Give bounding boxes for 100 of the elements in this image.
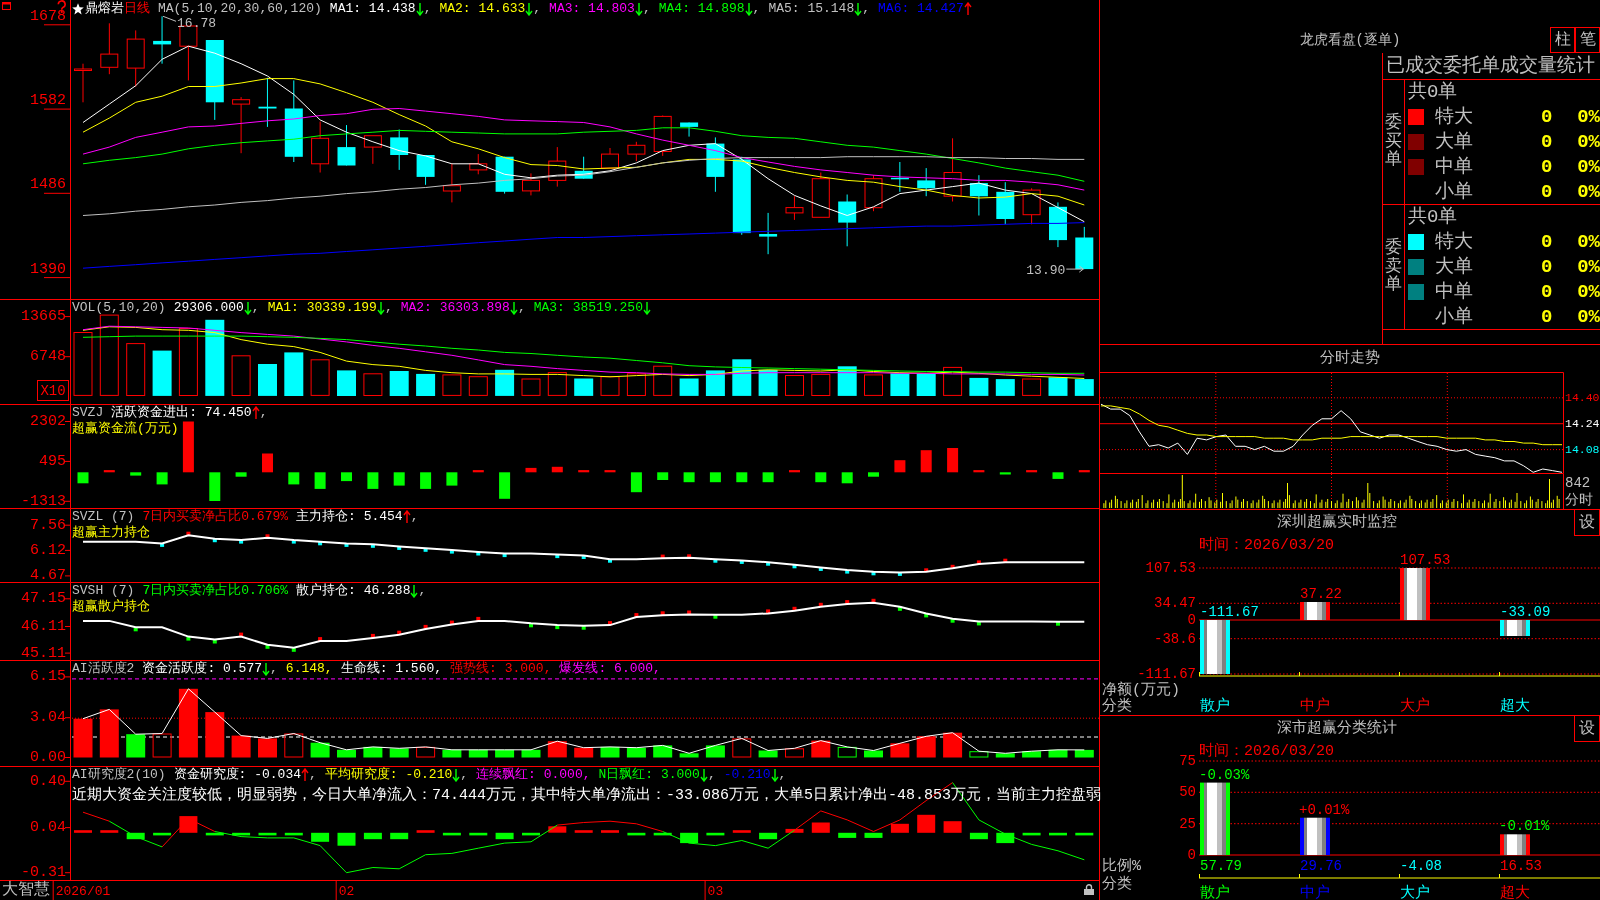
panel-title: 龙虎看盘(逐单) (1299, 32, 1401, 51)
change-marker (1003, 558, 1008, 563)
axis-label: 0 (1187, 847, 1196, 863)
volume-bar (363, 373, 383, 396)
legend-separator: , (642, 1, 651, 16)
fund-flow-bar (709, 472, 721, 483)
activity-bar (205, 712, 225, 758)
panel-title: 分时走势 (1319, 348, 1381, 369)
change-marker (370, 633, 375, 638)
value-label: 29.76 (1300, 858, 1342, 874)
change-marker (370, 544, 375, 548)
fund-flow-bar (815, 472, 827, 483)
chart-bar (1300, 817, 1330, 855)
research-bar (1075, 832, 1094, 836)
research-bar (917, 814, 936, 833)
volume-bar (178, 328, 198, 396)
research-bar (442, 832, 461, 836)
axis-label: 13665 (21, 308, 66, 326)
legend-separator: , (533, 1, 542, 16)
fund-flow-bar (288, 472, 300, 485)
panel-title: 深市超赢分类统计 (1276, 718, 1398, 739)
category-label: 超大 (1500, 885, 1530, 900)
value-label: 57.79 (1200, 858, 1242, 874)
legend-text: 爆发线: 6.000, (559, 661, 661, 676)
change-marker (818, 602, 823, 607)
lock-icon[interactable] (1084, 884, 1094, 895)
order-size-label: 小单 (1435, 180, 1474, 203)
chart-subtitle: 时间：2026/03/20 (1199, 743, 1334, 760)
legend-text: MA3: 38519.250 (533, 300, 643, 315)
candlestick (917, 167, 936, 197)
view-toggle-button[interactable]: 柱 (1550, 27, 1575, 53)
change-marker (239, 632, 244, 637)
value-label: 16.53 (1500, 858, 1542, 874)
settings-button[interactable]: 设 (1574, 510, 1600, 536)
volume-bar (785, 375, 804, 396)
activity-bar (547, 741, 567, 758)
volume-bar (310, 359, 330, 396)
candlestick (785, 195, 804, 221)
fund-flow-bar (103, 470, 115, 473)
research-bar (522, 832, 540, 836)
change-marker (713, 614, 718, 619)
axis-title: 分类 (1102, 876, 1132, 893)
activity-bar (969, 751, 989, 758)
candlestick (153, 15, 172, 65)
research-bar (100, 830, 119, 833)
axis-label: 0 (1187, 612, 1196, 628)
volume-bar (969, 377, 989, 396)
order-size-label: 中单 (1435, 155, 1474, 178)
date-label: 2026/01 (55, 884, 111, 899)
axis-label: 0.04 (30, 819, 66, 837)
fund-flow-bar (657, 472, 669, 480)
axis-label: 50 (1179, 784, 1196, 801)
research-bar (205, 832, 224, 836)
order-percent: 0% (1576, 230, 1600, 253)
candlestick (126, 29, 145, 87)
change-marker (713, 559, 718, 563)
fund-flow-bar (156, 472, 168, 485)
change-marker (660, 554, 665, 559)
category-label: 大户 (1400, 885, 1430, 900)
axis-title: 比例% (1102, 858, 1141, 875)
category-label: 中户 (1300, 698, 1330, 715)
settings-button[interactable]: 设 (1574, 716, 1600, 742)
change-marker (871, 598, 876, 603)
change-marker (1056, 621, 1060, 626)
axis-label: 107.53 (1145, 560, 1196, 576)
legend-separator: , (460, 767, 469, 782)
activity-bar (231, 735, 251, 758)
candlestick (363, 135, 382, 165)
order-percent: 0% (1576, 130, 1600, 153)
candlestick (469, 153, 488, 175)
star-icon[interactable] (72, 2, 84, 15)
window-icon[interactable] (2, 2, 11, 10)
axis-label: 45.11 (21, 644, 66, 660)
change-marker (265, 534, 270, 538)
indicator-caption: 超赢散户持仓 (72, 598, 150, 615)
candlestick (548, 146, 567, 188)
change-marker (212, 639, 217, 644)
order-total: 共0单 (1407, 80, 1458, 104)
app-brand: 大智慧 (2, 881, 50, 900)
change-marker (397, 546, 402, 550)
fund-flow-bar (446, 472, 458, 486)
activity-bar (732, 738, 752, 758)
group-label: 委买单 (1385, 113, 1402, 171)
change-marker (397, 630, 402, 635)
legend-separator: , (270, 661, 278, 676)
legend-text: MA5: 15.148 (768, 1, 855, 16)
research-bar (996, 832, 1015, 844)
annotation: 16.78 (177, 16, 217, 32)
fund-flow-bar (182, 421, 194, 473)
change-marker (976, 621, 981, 626)
order-size-label: 中单 (1435, 280, 1474, 303)
legend-text: MA(5,10,20,30,60,120) (158, 1, 322, 16)
order-count: 0 (1541, 280, 1554, 303)
legend-text: MA6: 14.427 (878, 1, 964, 16)
high-price-label: 16.78 (162, 15, 217, 32)
chart-bar (1500, 620, 1530, 636)
activity-bar (995, 753, 1015, 758)
candlestick (311, 121, 330, 173)
view-toggle-button[interactable]: 笔 (1575, 27, 1600, 53)
axis-label: 6.12 (30, 541, 66, 559)
